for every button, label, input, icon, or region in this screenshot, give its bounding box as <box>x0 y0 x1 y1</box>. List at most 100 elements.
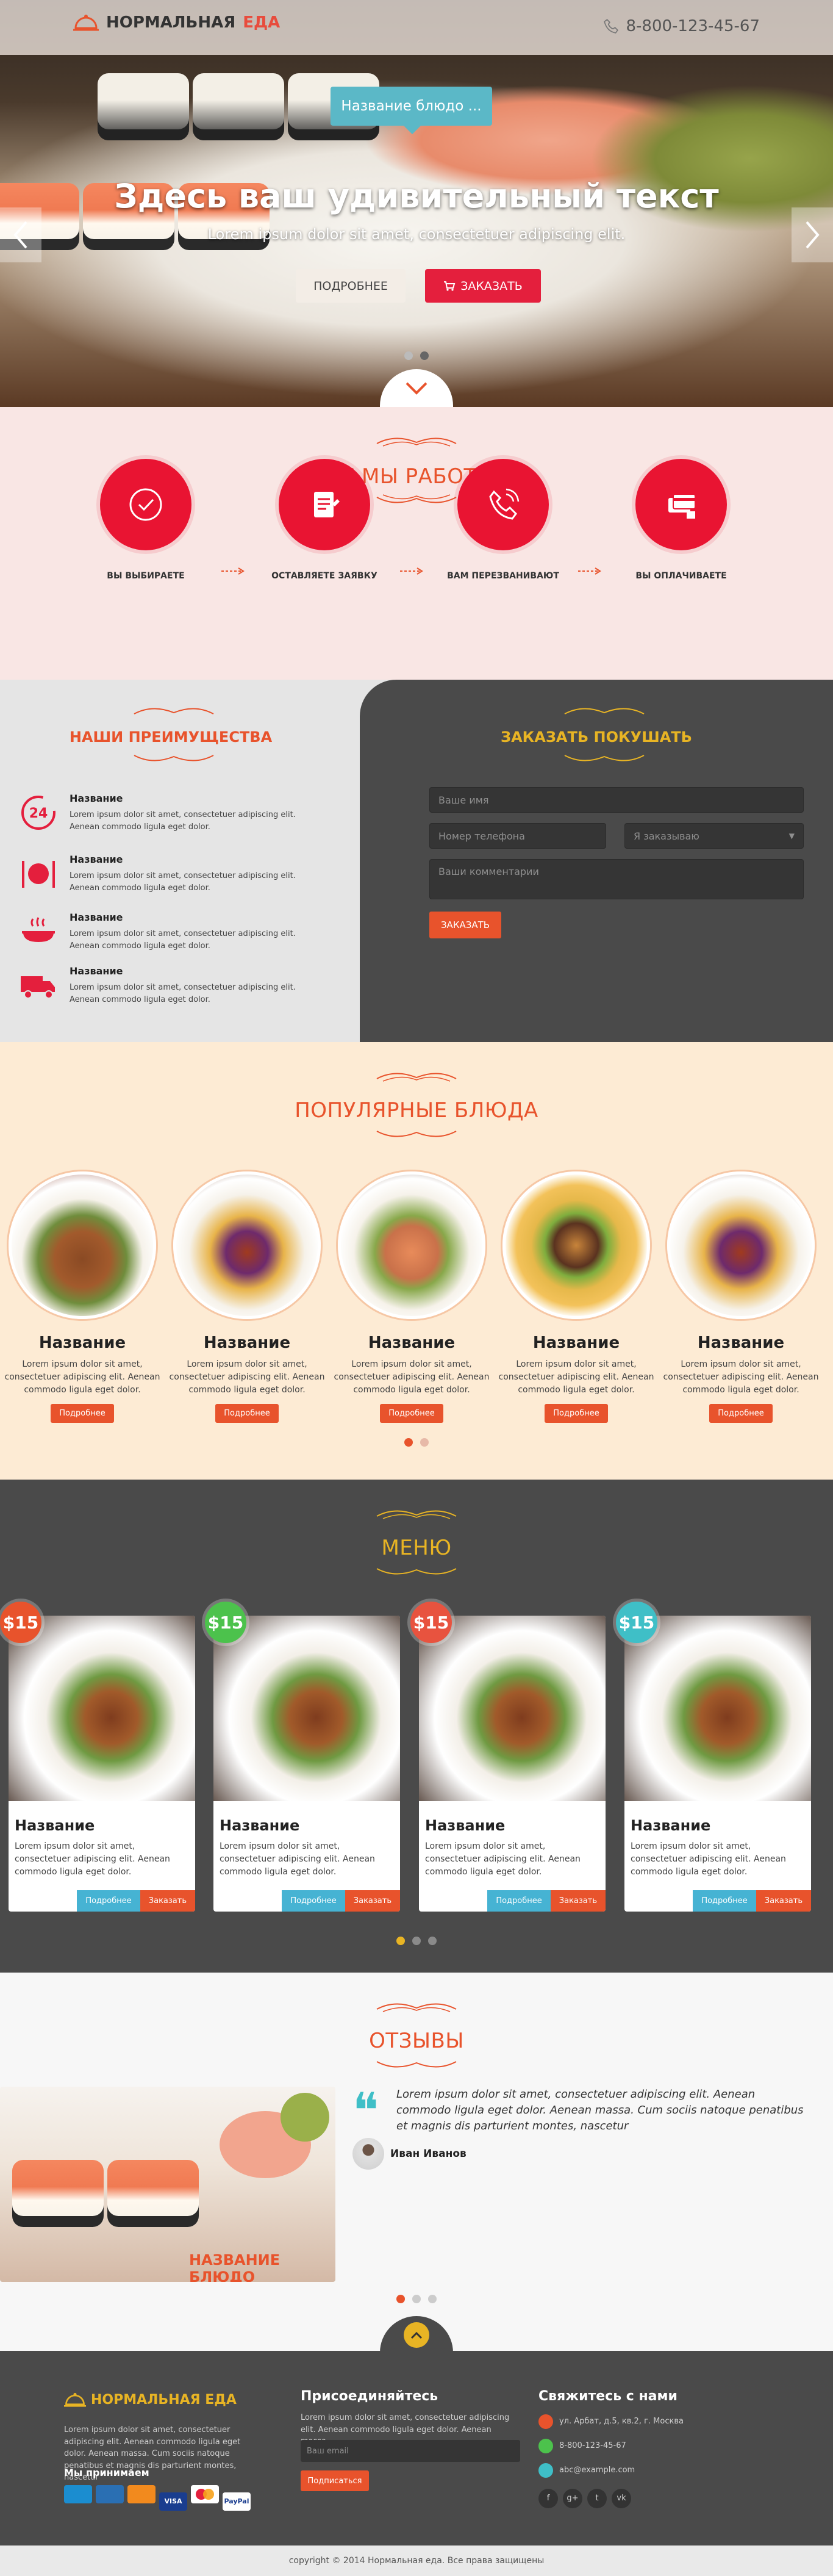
menu-order-button[interactable]: Заказать <box>345 1890 400 1912</box>
dish-image[interactable] <box>667 1171 815 1319</box>
email-placeholder: Ваш email <box>307 2446 349 2456</box>
wallet-icon <box>127 2485 156 2503</box>
dish-image[interactable] <box>9 1171 156 1319</box>
step-pay: ВЫ ОПЛАЧИВАЕТЕ <box>608 459 754 581</box>
location-icon <box>538 2414 553 2429</box>
menu-card-image[interactable] <box>624 1616 811 1801</box>
menu-more-button[interactable]: Подробнее <box>487 1890 551 1912</box>
slider-dot[interactable] <box>404 351 413 360</box>
twitter-icon[interactable]: t <box>587 2489 607 2508</box>
step-circle <box>635 459 727 550</box>
section-title: МЕНЮ <box>381 1536 452 1560</box>
slider-dot[interactable] <box>396 2295 405 2303</box>
menu-card-image[interactable] <box>419 1616 606 1801</box>
comment-textarea[interactable]: Ваши комментарии <box>429 859 804 899</box>
menu-order-button[interactable]: Заказать <box>756 1890 811 1912</box>
chevron-right-icon <box>806 221 820 249</box>
select-value: Я заказываю <box>634 830 699 842</box>
contact-phone: 8-800-123-45-67 <box>538 2439 626 2453</box>
name-input[interactable]: Ваше имя <box>429 787 804 813</box>
phone-icon <box>603 19 618 34</box>
copyright: copyright © 2014 Нормальная еда. Все пра… <box>0 2545 833 2576</box>
menu-card-image[interactable] <box>213 1616 400 1801</box>
price-badge: $15 <box>410 1602 452 1643</box>
phone-icon <box>489 488 520 520</box>
paypal-icon: PayPal <box>223 2492 251 2511</box>
step-choose: ВЫ ВЫБИРАЕТЕ <box>73 459 219 581</box>
dish-more-button[interactable]: Подробнее <box>380 1404 443 1423</box>
menu-order-button[interactable]: Заказать <box>140 1890 195 1912</box>
slider-dot[interactable] <box>396 1937 405 1945</box>
dish-text: Lorem ipsum dolor sit amet, consectetuer… <box>498 1359 654 1395</box>
phone-input[interactable]: Номер телефона <box>429 823 606 849</box>
payment-title: Мы принимаем <box>64 2467 149 2478</box>
slider-dot[interactable] <box>412 2295 421 2303</box>
ornament-top-icon <box>134 708 214 714</box>
step-circle <box>279 459 370 550</box>
advantage-item: Название Lorem ipsum dolor sit amet, cons… <box>18 912 323 952</box>
section-title: ОТЗЫВЫ <box>369 2029 464 2053</box>
ornament-bottom-icon <box>376 1131 457 1137</box>
dish-image[interactable] <box>173 1171 321 1319</box>
slider-dot[interactable] <box>428 1937 437 1945</box>
quote-icon: ❝ <box>352 2082 379 2139</box>
menu-more-button[interactable]: Подробнее <box>282 1890 345 1912</box>
email-input[interactable]: Ваш email <box>301 2440 520 2462</box>
ornament-bottom-icon <box>376 494 457 503</box>
subscribe-button[interactable]: Подписаться <box>301 2470 369 2491</box>
step-request: ОСТАВЛЯЕТЕ ЗАЯВКУ <box>251 459 398 581</box>
ornament-top-icon <box>564 708 645 714</box>
ornament-bottom-icon <box>376 2061 457 2068</box>
footer-phone-text: 8-800-123-45-67 <box>559 2441 626 2451</box>
vk-icon[interactable]: vk <box>612 2489 631 2508</box>
footer-logo[interactable]: НОРМАЛЬНАЯ ЕДА <box>64 2391 237 2409</box>
dish-more-button[interactable]: Подробнее <box>215 1404 279 1423</box>
dish-text: Lorem ipsum dolor sit amet, consectetuer… <box>663 1359 819 1395</box>
order-submit-button[interactable]: ЗАКАЗАТЬ <box>429 912 501 938</box>
slider-dot[interactable] <box>404 1438 413 1447</box>
dish-image[interactable] <box>502 1171 650 1319</box>
dish-text: Lorem ipsum dolor sit amet, consectetuer… <box>334 1359 490 1395</box>
google-plus-icon[interactable]: g+ <box>563 2489 582 2508</box>
popular-dish: Название Lorem ipsum dolor sit amet, cons… <box>662 1171 820 1423</box>
review-author: Иван Иванов <box>390 2148 467 2160</box>
facebook-icon[interactable]: f <box>538 2489 558 2508</box>
menu-order-button[interactable]: Заказать <box>550 1890 606 1912</box>
dish-image[interactable] <box>338 1171 485 1319</box>
logo-text-accent: ЕДА <box>243 13 281 32</box>
menu-more-button[interactable]: Подробнее <box>693 1890 756 1912</box>
dish-more-button[interactable]: Подробнее <box>545 1404 608 1423</box>
step-callback: ВАМ ПЕРЕЗВАНИВАЮТ <box>430 459 576 581</box>
contact-email[interactable]: abc@example.com <box>538 2463 635 2478</box>
popular-dish: Название Lorem ipsum dolor sit amet, cons… <box>168 1171 326 1423</box>
hero-more-button[interactable]: ПОДРОБНЕЕ <box>296 269 406 303</box>
hero-slider-dots <box>0 351 833 362</box>
advantage-item: Название Lorem ipsum dolor sit amet, cons… <box>18 965 323 1006</box>
header-phone[interactable]: 8-800-123-45-67 <box>603 17 760 35</box>
hero-order-button[interactable]: ЗАКАЗАТЬ <box>425 269 541 303</box>
menu-card-image[interactable] <box>9 1616 195 1801</box>
clock-24-icon: 24 <box>21 796 55 830</box>
address-text: ул. Арбат, д.5, кв.2, г. Москва <box>559 2417 684 2427</box>
review-image: НАЗВАНИЕ БЛЮДО <box>0 2087 335 2282</box>
dish-more-button[interactable]: Подробнее <box>709 1404 773 1423</box>
ornament-bottom-icon <box>134 755 214 761</box>
slider-dot[interactable] <box>420 1438 429 1447</box>
menu-more-button[interactable]: Подробнее <box>77 1890 140 1912</box>
ornament-bottom-icon <box>376 1568 457 1575</box>
slider-dot[interactable] <box>428 2295 437 2303</box>
contact-address: ул. Арбат, д.5, кв.2, г. Москва <box>538 2414 684 2429</box>
slider-next-arrow[interactable] <box>792 207 833 262</box>
slider-dot[interactable] <box>412 1937 421 1945</box>
advantage-title: Название <box>70 912 123 923</box>
logo[interactable]: НОРМАЛЬНАЯ ЕДА <box>73 12 280 33</box>
slider-prev-arrow[interactable] <box>0 207 41 262</box>
dish-select[interactable]: Я заказываю ▼ <box>624 823 804 849</box>
advantages-title: НАШИ ПРЕИМУЩЕСТВА <box>69 729 273 746</box>
cutlery-icon <box>22 861 55 888</box>
cloche-icon <box>64 2392 86 2407</box>
phone-icon <box>538 2439 553 2453</box>
slider-dot[interactable] <box>420 351 429 360</box>
dish-name-flag: Название блюдо ... <box>331 87 492 134</box>
dish-more-button[interactable]: Подробнее <box>51 1404 114 1423</box>
